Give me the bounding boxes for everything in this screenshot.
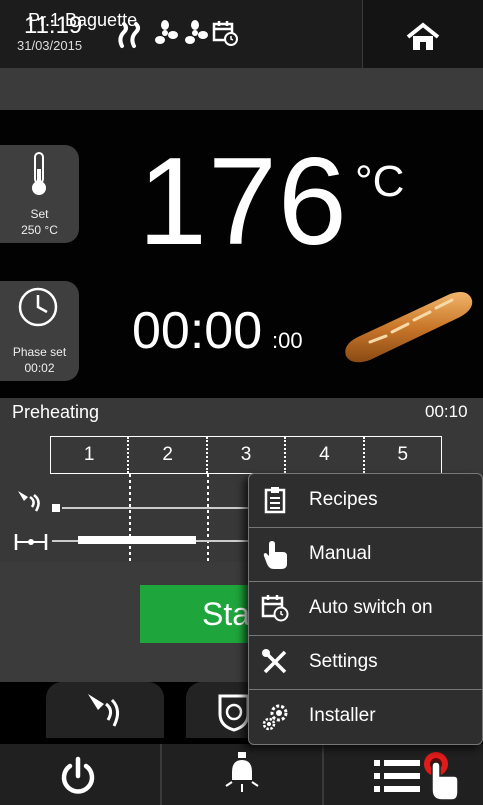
calendar-clock-icon [212, 21, 238, 46]
program-bar [0, 68, 483, 110]
steam-level-track [62, 507, 248, 509]
current-temperature: 176 [138, 133, 348, 271]
clock-icon [18, 287, 58, 327]
hand-pointer-icon [263, 541, 287, 569]
home-icon [406, 22, 440, 50]
phase-step[interactable]: 4 [286, 437, 365, 473]
touch-hand-icon [424, 752, 459, 801]
timer-display: 00:00 [132, 302, 263, 360]
fan-icon [155, 20, 178, 44]
menu-item-label: Manual [309, 543, 372, 564]
lamp-icon [225, 752, 259, 792]
menu-item-auto-switch-on[interactable]: Auto switch on [249, 582, 482, 636]
duration-bar [78, 536, 196, 544]
menu-item-label: Auto switch on [309, 597, 433, 618]
steam-level-marker [52, 504, 60, 512]
baguette-image [345, 292, 473, 363]
menu-item-settings[interactable]: Settings [249, 636, 482, 690]
temperature-unit: °C [355, 157, 405, 206]
calendar-clock-icon [261, 595, 289, 622]
thermometer-icon [32, 152, 46, 195]
set-temperature-button[interactable]: Set 250 °C [0, 145, 79, 243]
menu-item-label: Installer [309, 705, 376, 726]
tools-icon [262, 649, 287, 674]
menu-button[interactable] [324, 744, 483, 805]
menu-item-installer[interactable]: Installer [249, 690, 482, 744]
phase-step[interactable]: 5 [365, 437, 441, 473]
menu-item-label: Recipes [309, 489, 378, 510]
phase-step[interactable]: 2 [129, 437, 208, 473]
phase-steps: 1 2 3 4 5 [50, 436, 442, 474]
timer-seconds: :00 [272, 328, 303, 353]
menu-item-label: Settings [309, 651, 378, 672]
status-date: 31/03/2015 [17, 38, 83, 53]
steam-nozzle-icon [18, 491, 40, 512]
menu-item-manual[interactable]: Manual [249, 528, 482, 582]
fan-icon-2 [185, 20, 208, 44]
power-icon [61, 756, 95, 794]
phase-set-button[interactable]: Phase set 00:02 [0, 281, 79, 381]
popup-menu: Recipes Manual Auto switch on Settings I… [248, 473, 483, 745]
phase-label: Preheating [12, 402, 100, 422]
set-temperature-value: 250 °C [21, 223, 58, 237]
phase-time: 00:10 [425, 402, 468, 421]
gears-icon [262, 704, 288, 731]
home-button[interactable] [362, 0, 483, 72]
clipboard-icon [264, 487, 286, 514]
duration-icon [14, 534, 48, 550]
phase-step[interactable]: 1 [51, 437, 130, 473]
phase-step[interactable]: 3 [208, 437, 287, 473]
steam-nozzle-tab-icon [88, 694, 119, 727]
light-button[interactable] [162, 744, 322, 805]
phase-set-label: Phase set [12, 345, 67, 359]
program-name: Pr.1 Baguette [28, 10, 138, 30]
list-menu-icon [374, 760, 420, 792]
fan-shield-icon [218, 694, 250, 732]
menu-item-recipes[interactable]: Recipes [249, 474, 482, 528]
phase-set-value: 00:02 [24, 361, 55, 375]
tab-steam[interactable] [46, 682, 164, 738]
power-button[interactable] [0, 744, 160, 805]
set-temperature-label: Set [30, 207, 49, 221]
